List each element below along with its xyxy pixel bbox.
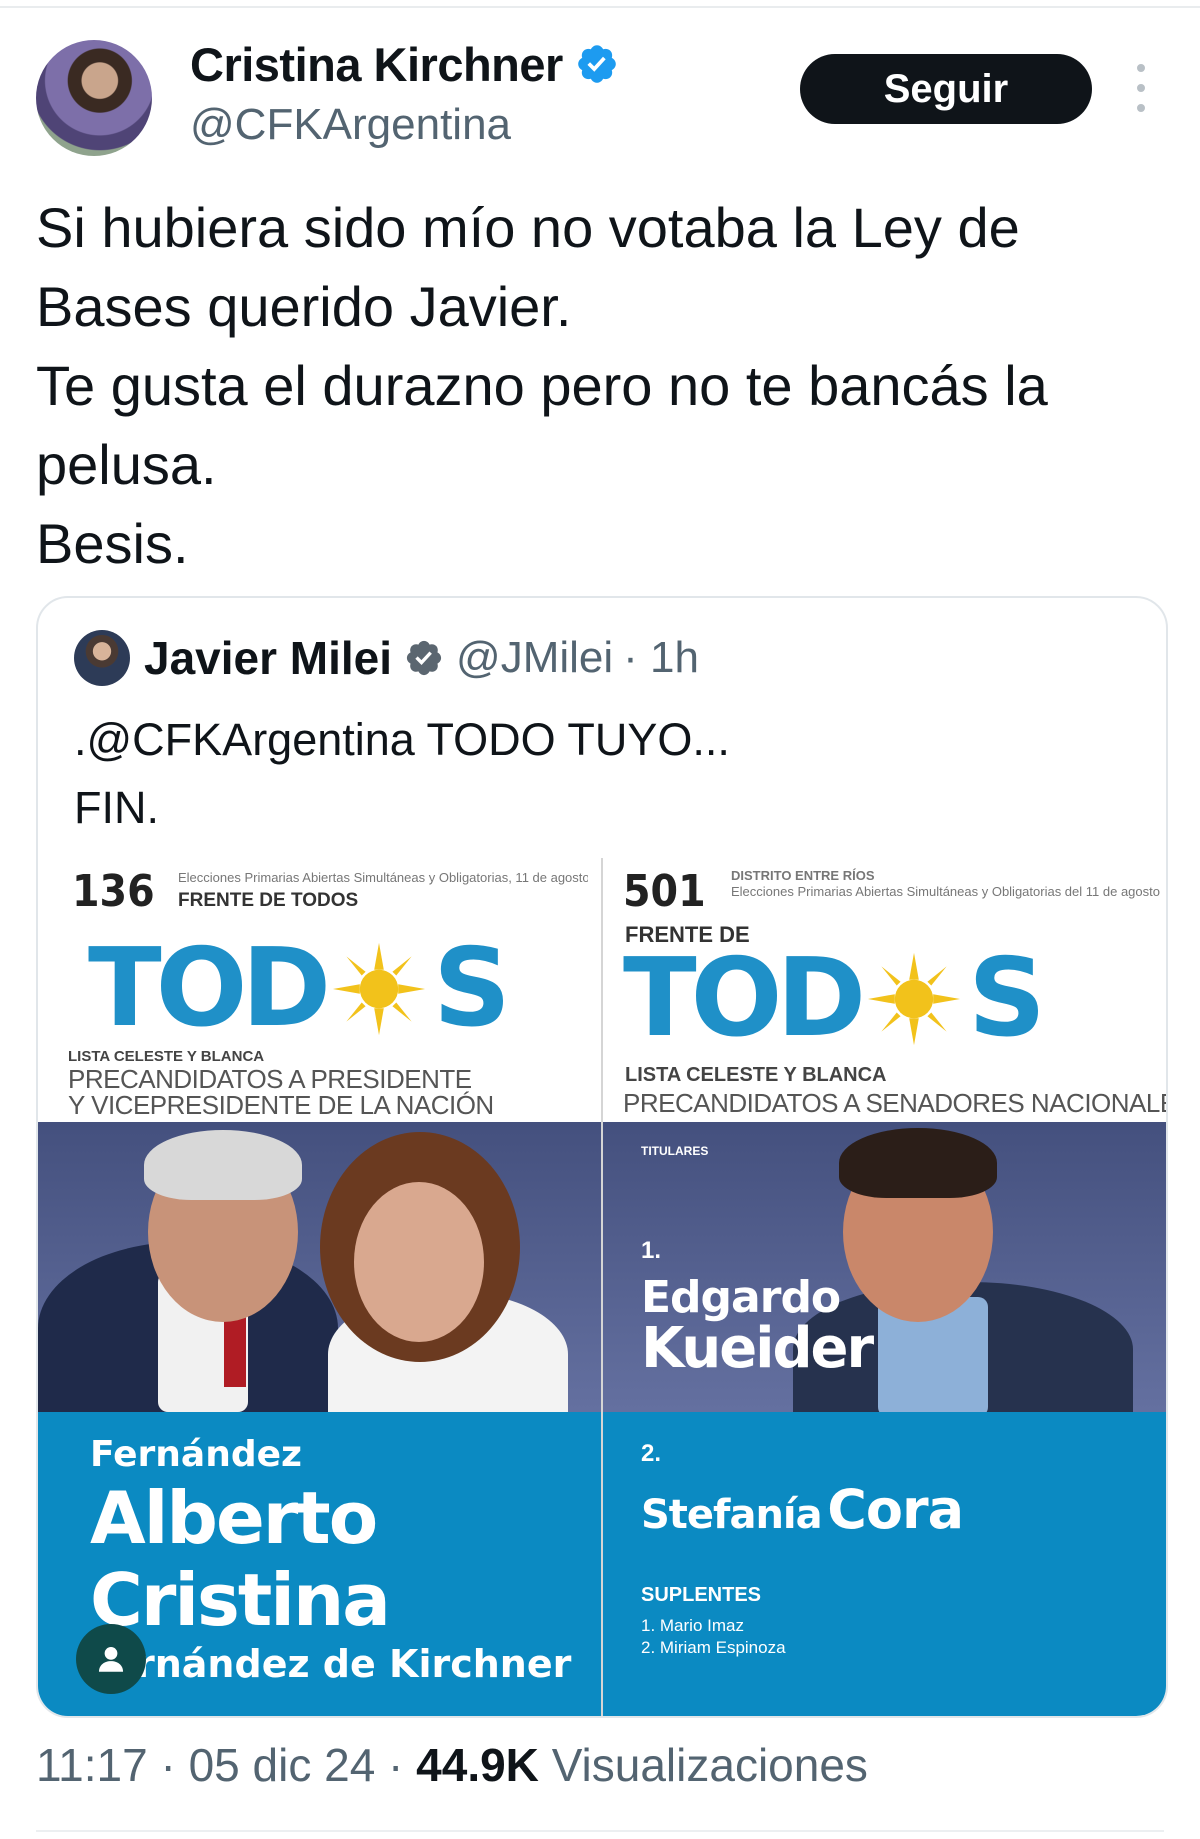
ballot-front-label: FRENTE DE TODOS — [178, 890, 359, 911]
ballot-small-header: Elecciones Primarias Abiertas Simultánea… — [178, 870, 588, 885]
views-label: Visualizaciones — [551, 1739, 868, 1791]
candidate-last-name: Cora — [827, 1478, 964, 1541]
tweet-meta: 11:17 · 05 dic 24 · 44.9K Visualizacione… — [36, 1738, 868, 1792]
candidate-surname: Fernández — [90, 1434, 302, 1475]
todos-logo: TOD S — [88, 926, 511, 1051]
names-band: 2. Stefanía Cora SUPLENTES 1. Mario Imaz… — [603, 1412, 1166, 1716]
list-number: 136 — [72, 866, 155, 917]
ballot-left: 136 Elecciones Primarias Abiertas Simult… — [38, 858, 601, 1716]
author-avatar[interactable] — [36, 40, 152, 156]
logo-text-b: S — [433, 926, 511, 1051]
tag-people-icon[interactable] — [76, 1624, 146, 1694]
quoted-timestamp: · 1h — [623, 633, 699, 682]
todos-logo: TOD S — [623, 936, 1046, 1061]
second-candidate: Stefanía Cora — [641, 1478, 964, 1541]
candidate-name: Cristina — [90, 1558, 391, 1642]
tweet-line: Te gusta el durazno pero no te bancás la — [36, 354, 1048, 417]
district-label: DISTRITO ENTRE RÍOS — [731, 868, 875, 883]
candidate-first-name: Stefanía — [641, 1492, 823, 1538]
ballot-right: 501 DISTRITO ENTRE RÍOS Elecciones Prima… — [603, 858, 1166, 1716]
tweet-line: Bases querido Javier. — [36, 275, 572, 338]
list-number: 501 — [623, 866, 706, 917]
candidate-photo: TITULARES 1. Edgardo Kueider — [603, 1122, 1166, 1422]
candidacy-line: PRECANDIDATOS A SENADORES NACIONALES — [623, 1088, 1166, 1118]
logo-text-a: TOD — [88, 926, 331, 1051]
suplentes-label: SUPLENTES — [641, 1584, 762, 1606]
top-divider — [0, 6, 1200, 8]
verified-badge-icon — [578, 45, 616, 83]
candidacy-line: Y VICEPRESIDENTE DE LA NACIÓN — [68, 1090, 494, 1120]
quoted-author-name: Javier Milei — [144, 632, 393, 684]
position-number: 1. — [641, 1237, 662, 1264]
candidate-surname: rnández de Kirchner — [136, 1642, 572, 1686]
candidate-name: Alberto — [90, 1476, 378, 1560]
list-label: LISTA CELESTE Y BLANCA — [68, 1048, 265, 1065]
tweet-line: Besis. — [36, 512, 189, 575]
quoted-author-handle: @JMilei — [456, 633, 614, 682]
more-options-icon[interactable] — [1130, 64, 1152, 112]
verified-badge-icon — [406, 640, 442, 676]
sun-icon — [333, 942, 426, 1035]
candidates-photo — [38, 1122, 601, 1422]
sun-icon — [868, 952, 961, 1045]
tweet-line: pelusa. — [36, 433, 217, 496]
author-handle[interactable]: @CFKArgentina — [190, 100, 511, 150]
quoted-line: .@CFKArgentina TODO TUYO... — [74, 714, 730, 765]
quoted-tweet-text: .@CFKArgentina TODO TUYO... FIN. — [74, 706, 730, 842]
author-name-row: Cristina Kirchner — [190, 36, 619, 92]
substitute-name: 2. Miriam Espinoza — [641, 1638, 786, 1657]
substitute-name: 1. Mario Imaz — [641, 1616, 744, 1635]
follow-button[interactable]: Seguir — [800, 54, 1092, 124]
titulares-label: TITULARES — [641, 1144, 709, 1158]
quoted-author-avatar — [74, 630, 130, 686]
position-number: 2. — [641, 1440, 662, 1467]
tweet-timestamp[interactable]: 11:17 · 05 dic 24 · — [36, 1739, 403, 1791]
bottom-divider — [36, 1830, 1164, 1832]
list-label: LISTA CELESTE Y BLANCA — [625, 1064, 887, 1086]
author-name[interactable]: Cristina Kirchner — [190, 37, 563, 92]
logo-text-a: TOD — [623, 936, 866, 1061]
views-count: 44.9K — [416, 1739, 539, 1791]
quoted-tweet-card[interactable]: Javier Milei @JMilei · 1h .@CFKArgentina… — [36, 596, 1168, 1718]
logo-text-b: S — [968, 936, 1046, 1061]
ballot-small-header: Elecciones Primarias Abiertas Simultánea… — [731, 884, 1161, 899]
quoted-tweet-header: Javier Milei @JMilei · 1h — [74, 628, 699, 688]
quoted-tweet-image[interactable]: 136 Elecciones Primarias Abiertas Simult… — [38, 858, 1166, 1716]
candidate-last-name: Kueider — [641, 1316, 874, 1381]
tweet-text: Si hubiera sido mío no votaba la Ley de … — [36, 188, 1166, 583]
quoted-line: FIN. — [74, 782, 159, 833]
tweet-line: Si hubiera sido mío no votaba la Ley de — [36, 196, 1020, 259]
